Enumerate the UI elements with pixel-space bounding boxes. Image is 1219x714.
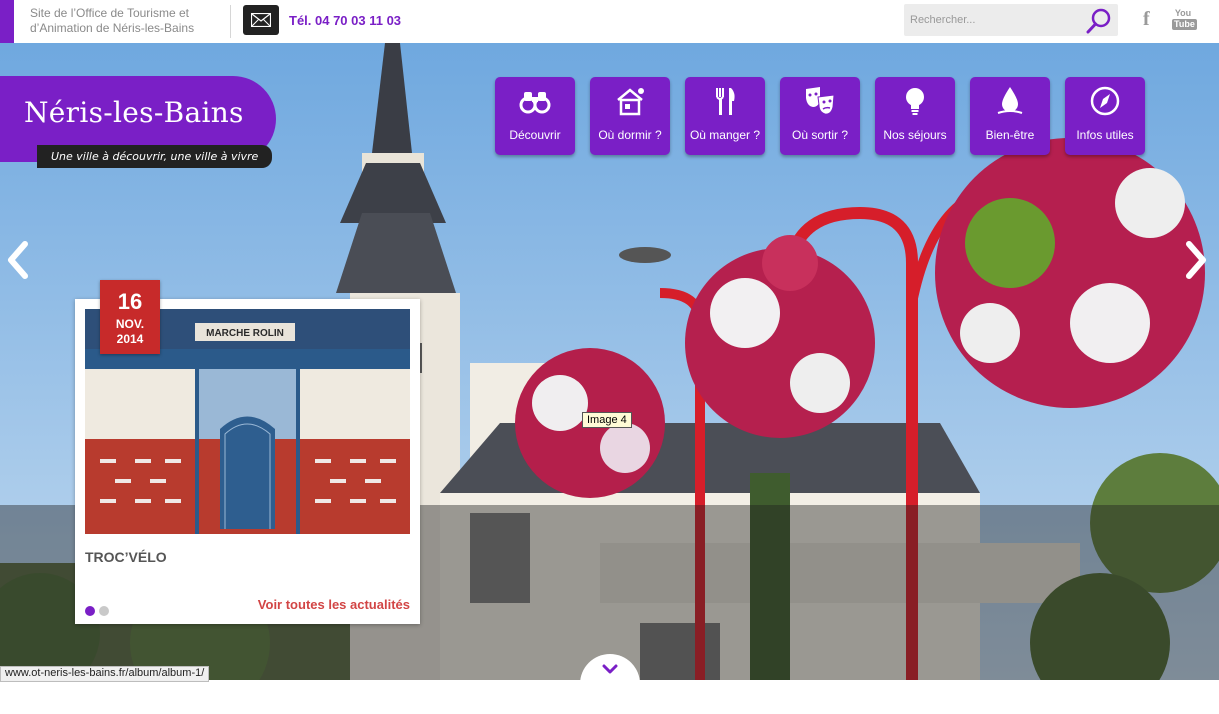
marche-rolin-sign: MARCHE ROLIN (206, 328, 284, 339)
flower-basket-right (935, 138, 1205, 408)
news-pagination (85, 601, 113, 620)
site-tagline: Une ville à découvrir, une ville à vivre (37, 145, 273, 168)
nav-button-ou-manger[interactable]: Où manger ? (685, 77, 765, 155)
slider-prev-arrow-icon[interactable] (5, 240, 31, 280)
facebook-icon[interactable]: f (1143, 9, 1157, 29)
nav-label: Découvrir (509, 128, 561, 142)
slider-next-arrow-icon[interactable] (1183, 240, 1209, 280)
nav-button-nos-sejours[interactable]: Nos séjours (875, 77, 955, 155)
nav-button-decouvrir[interactable]: Découvrir (495, 77, 575, 155)
search-icon (1086, 8, 1111, 34)
news-date-badge: 16 NOV. 2014 (100, 280, 160, 354)
search-box (904, 4, 1118, 36)
header-divider (230, 5, 231, 38)
youtube-label-top: You (1174, 8, 1192, 18)
nav-button-bien-etre[interactable]: Bien-être (970, 77, 1050, 155)
nav-button-ou-dormir[interactable]: Où dormir ? (590, 77, 670, 155)
binoculars-icon (519, 92, 551, 114)
site-description-line-2: d’Animation de Néris-les-Bains (30, 21, 195, 35)
nav-label: Infos utiles (1076, 128, 1134, 142)
date-year: 2014 (116, 332, 144, 346)
water-drop-icon (997, 87, 1023, 114)
nav-label: Nos séjours (883, 128, 947, 142)
nav-label: Où sortir ? (791, 128, 848, 142)
nav-button-infos-utiles[interactable]: Infos utiles (1065, 77, 1145, 155)
search-button[interactable] (1086, 8, 1112, 34)
youtube-icon[interactable]: You Tube (1172, 8, 1197, 30)
image-tooltip: Image 4 (582, 412, 632, 428)
pagination-dot[interactable] (99, 606, 109, 616)
contact-mail-button[interactable] (243, 5, 279, 35)
site-description-line-1: Site de l’Office de Tourisme et (30, 6, 189, 20)
date-day: 16 (117, 289, 143, 314)
scroll-down-button[interactable] (580, 654, 640, 714)
nav-label: Où manger ? (689, 128, 761, 142)
search-input[interactable] (904, 4, 1088, 36)
brand-accent-bar (0, 0, 14, 43)
news-title[interactable]: TROC’VÉLO (85, 549, 167, 565)
all-news-link[interactable]: Voir toutes les actualités (258, 597, 410, 612)
theater-masks-icon (806, 87, 835, 115)
pagination-dot-active[interactable] (85, 606, 95, 616)
nav-label: Où dormir ? (598, 128, 662, 142)
lightbulb-icon (906, 88, 924, 115)
phone-number[interactable]: Tél. 04 70 03 11 03 (289, 13, 401, 28)
nav-label: Bien-être (985, 128, 1035, 142)
fork-knife-icon (716, 88, 735, 115)
chevron-down-icon (602, 664, 618, 674)
site-description: Site de l’Office de Tourisme et d’Animat… (30, 6, 194, 36)
nav-button-ou-sortir[interactable]: Où sortir ? (780, 77, 860, 155)
envelope-icon (251, 13, 271, 27)
date-month: NOV. (115, 317, 145, 331)
site-name: Néris-les-Bains (24, 96, 244, 129)
compass-icon (1090, 86, 1120, 116)
house-icon (617, 88, 644, 116)
youtube-label-bottom: Tube (1172, 19, 1197, 30)
top-bar: Site de l’Office de Tourisme et d’Animat… (0, 0, 1219, 43)
